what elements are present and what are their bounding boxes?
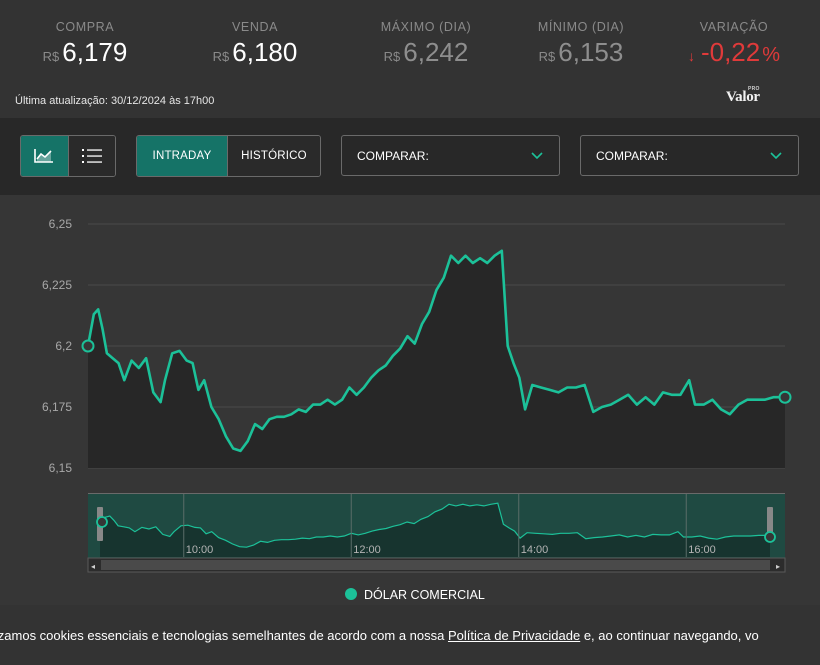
cookie-banner: lizamos cookies essenciais e tecnologias…	[0, 605, 820, 665]
quote-value: 6,179	[62, 37, 128, 67]
compare-label: COMPARAR:	[357, 148, 429, 163]
quote-value: 6,153	[558, 37, 624, 67]
quote-label: COMPRA	[55, 20, 115, 34]
quote-variacao: VARIAÇÃO ↓ -0,22%	[672, 20, 796, 68]
quote-currency: R$	[538, 49, 556, 64]
quote-label: VENDA	[231, 20, 279, 34]
end-marker	[778, 390, 792, 404]
navigator-start-marker	[96, 516, 108, 528]
chart-toolbar: INTRADAY HISTÓRICO COMPARAR: COMPARAR:	[0, 118, 820, 195]
quote-venda: VENDA R$ 6,180	[205, 20, 305, 68]
quotes-panel: COMPRA R$ 6,179 VENDA R$ 6,180 MÁXIMO (DIA…	[0, 0, 820, 118]
legend-marker	[345, 588, 357, 600]
quote-label: MÍNIMO (DIA)	[537, 20, 625, 34]
line-chart-icon	[34, 149, 54, 163]
chart-area: 6,15 6,175 6,2 6,225 6,25 10:00 12:00 14:00 16:…	[0, 195, 820, 605]
y-axis-labels: 6,15 6,175 6,2 6,225 6,25	[42, 217, 72, 475]
navigator-end-marker	[764, 531, 776, 543]
cookie-text-before: lizamos cookies essenciais e tecnologias…	[0, 628, 448, 643]
scroll-left-icon: ◂	[91, 562, 95, 571]
main-plot	[81, 249, 792, 468]
quote-maximo: MÁXIMO (DIA) R$ 6,242	[370, 20, 482, 68]
y-tick-label: 6,25	[49, 217, 73, 231]
scrollbar-thumb	[101, 560, 770, 570]
series-area	[88, 250, 785, 468]
start-marker	[81, 339, 95, 353]
chart-legend: DÓLAR COMERCIAL	[345, 587, 485, 602]
cookie-text-after: e, ao continuar navegando, vo	[580, 628, 759, 643]
privacy-policy-link[interactable]: Política de Privacidade	[448, 628, 580, 643]
x-tick-label: 14:00	[521, 544, 549, 556]
compare-label: COMPARAR:	[596, 148, 668, 163]
intraday-chart: 6,15 6,175 6,2 6,225 6,25 10:00 12:00 14:00 16:…	[42, 217, 792, 602]
quote-label: VARIAÇÃO	[699, 20, 769, 34]
compare-select-1[interactable]: COMPARAR:	[341, 135, 560, 176]
tab-historico[interactable]: HISTÓRICO	[227, 136, 320, 176]
list-view-button[interactable]	[67, 136, 115, 176]
quote-minimo: MÍNIMO (DIA) R$ 6,153	[525, 20, 637, 68]
navigator: 10:00 12:00 14:00 16:00 ◂ ▸	[87, 493, 786, 573]
quote-currency: R$	[383, 49, 401, 64]
period-tabs: INTRADAY HISTÓRICO	[136, 135, 321, 177]
quote-value: 6,242	[403, 37, 469, 67]
quote-value: -0,22	[700, 37, 761, 67]
x-tick-label: 12:00	[353, 544, 381, 556]
chevron-down-icon	[770, 152, 782, 160]
tab-intraday[interactable]: INTRADAY	[137, 136, 227, 176]
valor-logo: Valor PRO	[726, 86, 760, 106]
last-update: Última atualização: 30/12/2024 às 17h00	[15, 95, 215, 107]
compare-select-2[interactable]: COMPARAR:	[580, 135, 799, 176]
quote-currency: R$	[212, 49, 230, 64]
quote-currency: R$	[42, 49, 60, 64]
y-tick-label: 6,175	[42, 400, 72, 414]
list-icon	[81, 149, 102, 163]
quote-value: 6,180	[232, 37, 298, 67]
chevron-down-icon	[531, 152, 543, 160]
x-tick-label: 16:00	[688, 544, 716, 556]
quote-unit: %	[762, 44, 781, 66]
view-toggle	[20, 135, 116, 177]
y-tick-label: 6,2	[55, 339, 72, 353]
quote-label: MÁXIMO (DIA)	[380, 20, 472, 34]
chart-view-button[interactable]	[21, 136, 68, 176]
y-tick-label: 6,15	[49, 461, 73, 475]
y-tick-label: 6,225	[42, 278, 72, 292]
scroll-right-icon: ▸	[776, 562, 780, 571]
quote-compra: COMPRA R$ 6,179	[35, 20, 135, 68]
cookie-text: lizamos cookies essenciais e tecnologias…	[0, 628, 759, 643]
arrow-down-icon: ↓	[687, 48, 695, 64]
legend-label: DÓLAR COMERCIAL	[364, 587, 485, 602]
logo-badge: PRO	[748, 86, 760, 92]
x-tick-label: 10:00	[186, 544, 214, 556]
